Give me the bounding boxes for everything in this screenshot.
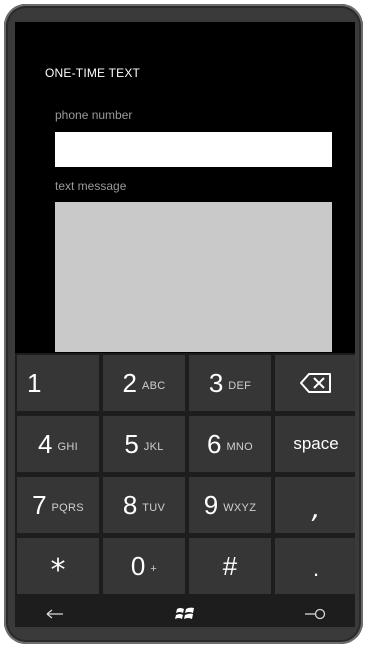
key-label: * [50, 552, 66, 588]
key-letters: MNO [226, 440, 254, 453]
key-4[interactable]: 4 GHI [17, 416, 99, 472]
key-5[interactable]: 5 JKL [103, 416, 185, 472]
key-2[interactable]: 2 ABC [103, 355, 185, 411]
key-8[interactable]: 8 TUV [103, 477, 185, 533]
search-button[interactable] [285, 601, 345, 627]
key-letters: TUV [142, 501, 166, 514]
start-button[interactable] [155, 601, 215, 627]
key-label: 9 [203, 490, 219, 520]
star-key[interactable]: * [17, 538, 99, 594]
app-title: ONE-TIME TEXT [45, 66, 141, 80]
back-button[interactable] [25, 601, 85, 627]
text-message-input[interactable] [55, 202, 332, 352]
backspace-icon [300, 373, 331, 393]
key-label: 1 [27, 368, 42, 398]
numeric-keypad: 1 2 ABC 3 DEF 4 GHI 5 JKL 6 MNO space 7 … [15, 353, 355, 601]
windows-logo-icon [175, 607, 194, 619]
key-label: 2 [122, 368, 137, 398]
key-label: 0 [130, 551, 146, 581]
key-0[interactable]: 0 + [103, 538, 185, 594]
key-letters: JKL [143, 440, 164, 453]
key-letters: GHI [57, 440, 78, 453]
key-label: . [312, 556, 320, 581]
key-label: , [311, 491, 321, 525]
key-7[interactable]: 7 PQRS [17, 477, 99, 533]
key-label: 6 [206, 429, 222, 459]
key-6[interactable]: 6 MNO [189, 416, 271, 472]
phone-number-input[interactable] [55, 132, 332, 167]
key-letters: + [150, 562, 158, 575]
key-letters: PQRS [51, 501, 84, 514]
phone-frame: ONE-TIME TEXT phone number text message … [4, 4, 363, 644]
backspace-key[interactable] [275, 355, 355, 411]
space-key[interactable]: space [275, 416, 355, 472]
period-key[interactable]: . [275, 538, 355, 594]
key-letters: ABC [141, 379, 166, 392]
screen: ONE-TIME TEXT phone number text message … [15, 22, 355, 627]
key-label: 4 [38, 429, 53, 459]
key-label: 8 [122, 490, 138, 520]
key-label: space [293, 434, 339, 453]
key-label: 5 [124, 429, 139, 459]
search-icon [305, 608, 326, 620]
key-3[interactable]: 3 DEF [189, 355, 271, 411]
key-letters: DEF [228, 379, 252, 392]
key-label: # [222, 551, 238, 581]
hash-key[interactable]: # [189, 538, 271, 594]
text-message-label: text message [55, 179, 127, 193]
navigation-bar [15, 601, 355, 627]
comma-key[interactable]: , [275, 477, 355, 533]
key-letters: WXYZ [223, 501, 257, 514]
back-arrow-icon [46, 609, 63, 619]
key-1[interactable]: 1 [17, 355, 99, 411]
key-label: 7 [32, 490, 47, 520]
key-label: 3 [208, 368, 224, 398]
phone-number-label: phone number [55, 108, 133, 122]
key-9[interactable]: 9 WXYZ [189, 477, 271, 533]
